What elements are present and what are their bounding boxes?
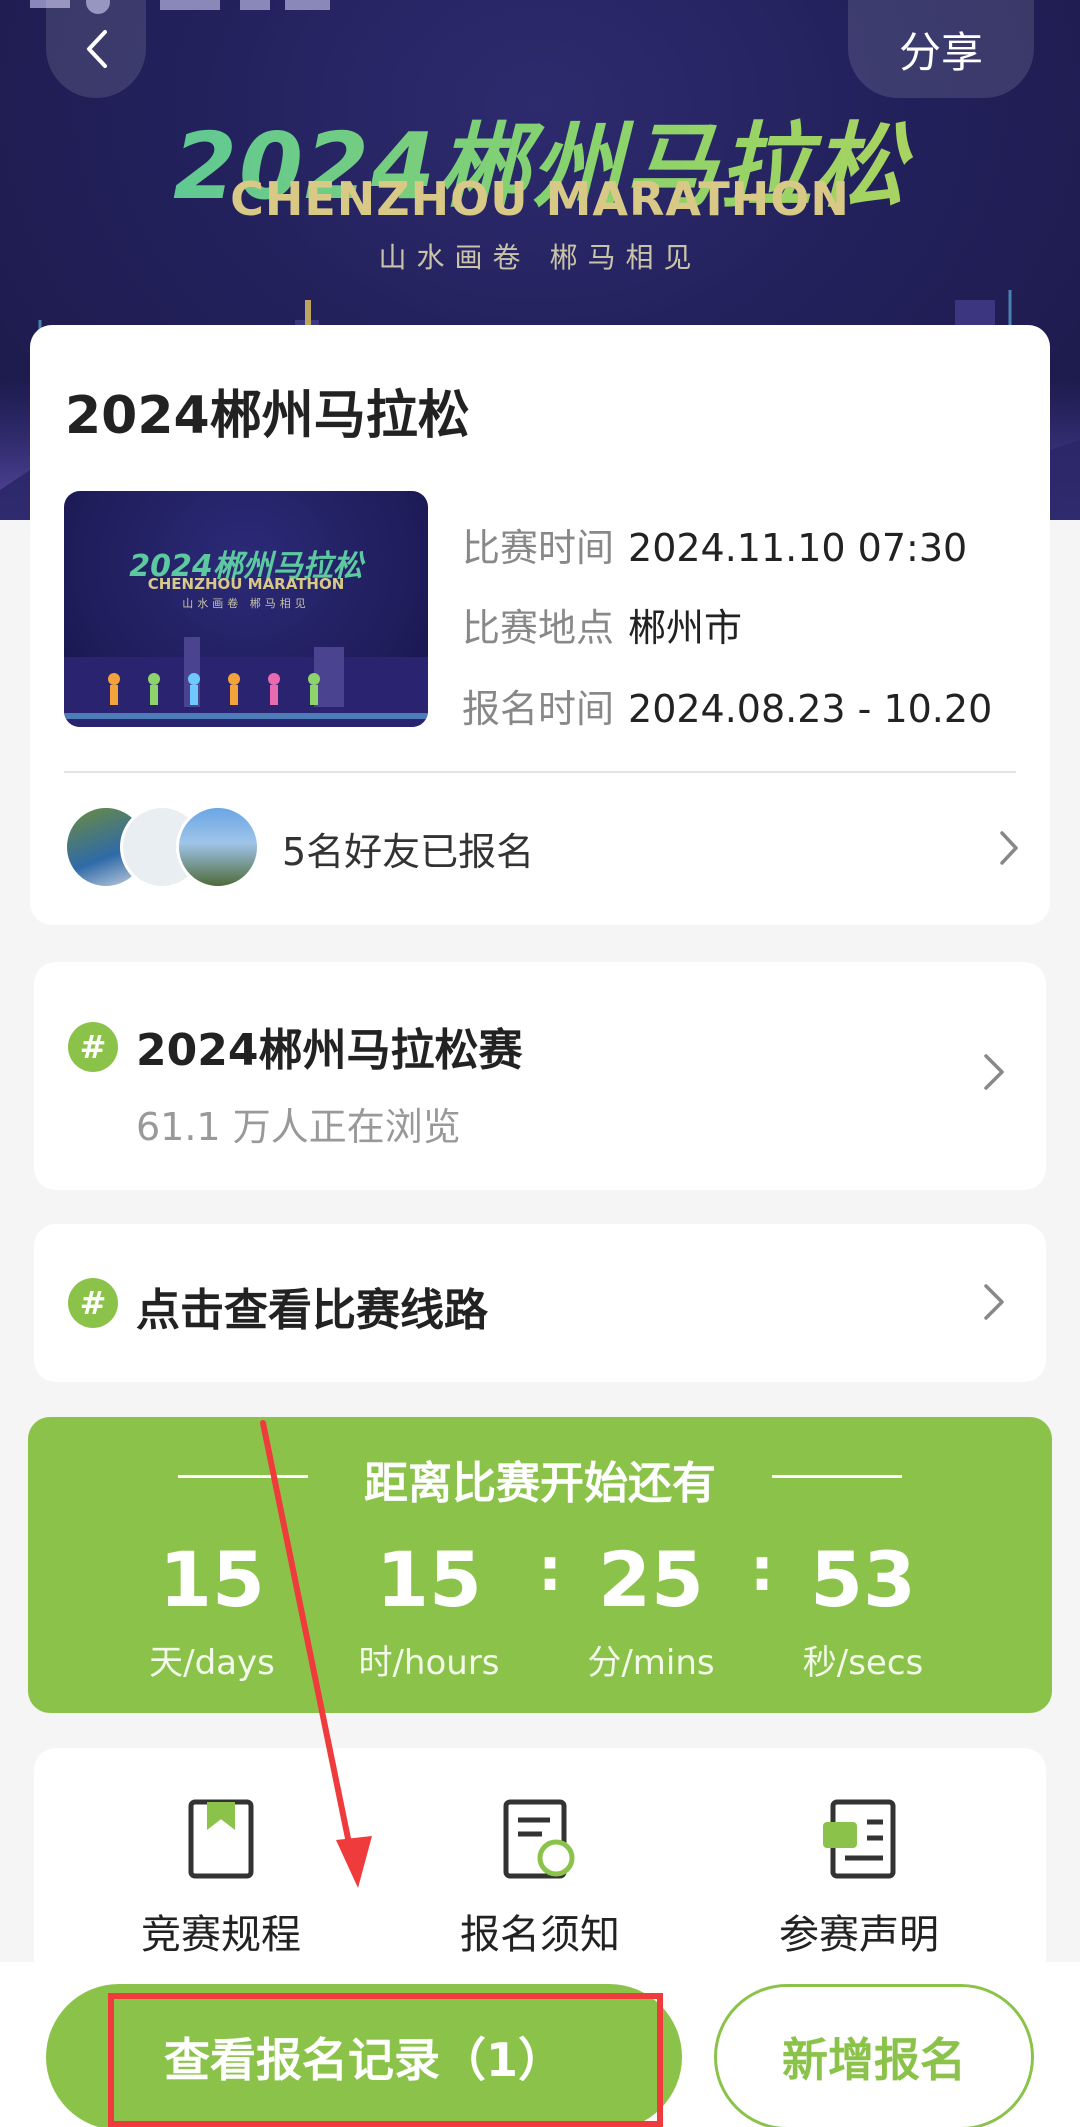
event-info-card: 2024郴州马拉松 2024郴州马拉松 CHENZHOU MARATHON 山水… <box>30 325 1050 925</box>
friends-signed-up-row[interactable]: 5名好友已报名 <box>64 803 1030 893</box>
countdown-title: 距离比赛开始还有 <box>364 1458 716 1509</box>
countdown-mins: 25 <box>598 1535 704 1624</box>
race-time-label: 比赛时间 <box>462 526 615 570</box>
new-registration-button[interactable]: 新增报名 <box>714 1984 1034 2127</box>
statement-doc-icon <box>823 1799 896 1879</box>
countdown-hours-unit: 时/hours <box>358 1643 500 1683</box>
hashtag-icon: # <box>68 1022 118 1072</box>
topic-viewers: 61.1 万人正在浏览 <box>136 1105 461 1149</box>
book-icon <box>188 1799 254 1879</box>
topic-title: 2024郴州马拉松赛 <box>136 1025 523 1076</box>
avatar <box>176 805 260 889</box>
friend-avatars <box>64 805 260 891</box>
thumbnail-subtitle: CHENZHOU MARATHON <box>147 575 345 593</box>
event-title: 2024郴州马拉松 <box>65 386 470 446</box>
thumbnail-slogan: 山水画卷 郴马相见 <box>182 597 310 610</box>
doc-registration-notice[interactable]: 报名须知 <box>410 1798 670 1960</box>
signup-time-label: 报名时间 <box>462 687 615 731</box>
notice-doc-icon <box>503 1799 575 1879</box>
location-label: 比赛地点 <box>462 606 615 650</box>
countdown-separator: : <box>538 1535 562 1605</box>
signup-time-row: 报名时间 2024.08.23 - 10.20 <box>462 678 992 733</box>
banner-subtitle: CHENZHOU MARATHON <box>230 172 850 226</box>
topic-card-route[interactable]: # 点击查看比赛线路 <box>34 1224 1046 1382</box>
race-countdown: 距离比赛开始还有 15 天/days 15 时/hours : 25 分/min… <box>28 1417 1052 1713</box>
countdown-mins-unit: 分/mins <box>587 1643 715 1683</box>
back-button[interactable] <box>46 0 146 98</box>
doc-label: 参赛声明 <box>779 1912 939 1958</box>
race-documents-card: 竞赛规程 报名须知 参赛声明 <box>34 1748 1046 1978</box>
topic-card-marathon[interactable]: # 2024郴州马拉松赛 61.1 万人正在浏览 <box>34 962 1046 1190</box>
countdown-secs-unit: 秒/secs <box>802 1643 924 1683</box>
doc-label: 竞赛规程 <box>141 1912 301 1958</box>
title-line-right <box>772 1475 902 1478</box>
countdown-days: 15 <box>159 1535 265 1624</box>
route-link-text: 点击查看比赛线路 <box>136 1285 488 1336</box>
chevron-right-icon <box>984 1284 1004 1320</box>
friends-signed-up-text: 5名好友已报名 <box>282 829 535 874</box>
hashtag-icon: # <box>68 1278 118 1328</box>
doc-competition-rules[interactable]: 竞赛规程 <box>91 1798 351 1960</box>
countdown-days-unit: 天/days <box>149 1643 275 1683</box>
runners-illustration <box>64 637 428 727</box>
race-time-row: 比赛时间 2024.11.10 07:30 <box>462 517 967 572</box>
countdown-hours: 15 <box>376 1535 482 1624</box>
annotation-highlight-box <box>108 1993 663 2127</box>
chevron-right-icon <box>984 1054 1004 1090</box>
doc-label: 报名须知 <box>460 1912 620 1958</box>
doc-participation-statement[interactable]: 参赛声明 <box>729 1798 989 1960</box>
chevron-right-icon <box>1000 831 1018 865</box>
divider <box>64 771 1016 773</box>
event-poster-thumbnail[interactable]: 2024郴州马拉松 CHENZHOU MARATHON 山水画卷 郴马相见 <box>64 491 428 727</box>
location-row: 比赛地点 郴州市 <box>462 597 742 652</box>
location-value: 郴州市 <box>628 606 743 650</box>
share-button[interactable]: 分享 <box>848 0 1034 98</box>
race-time-value: 2024.11.10 07:30 <box>628 526 968 570</box>
chevron-left-icon <box>87 30 107 68</box>
countdown-secs: 53 <box>810 1535 916 1624</box>
signup-time-value: 2024.08.23 - 10.20 <box>628 687 993 731</box>
countdown-separator: : <box>750 1535 774 1605</box>
